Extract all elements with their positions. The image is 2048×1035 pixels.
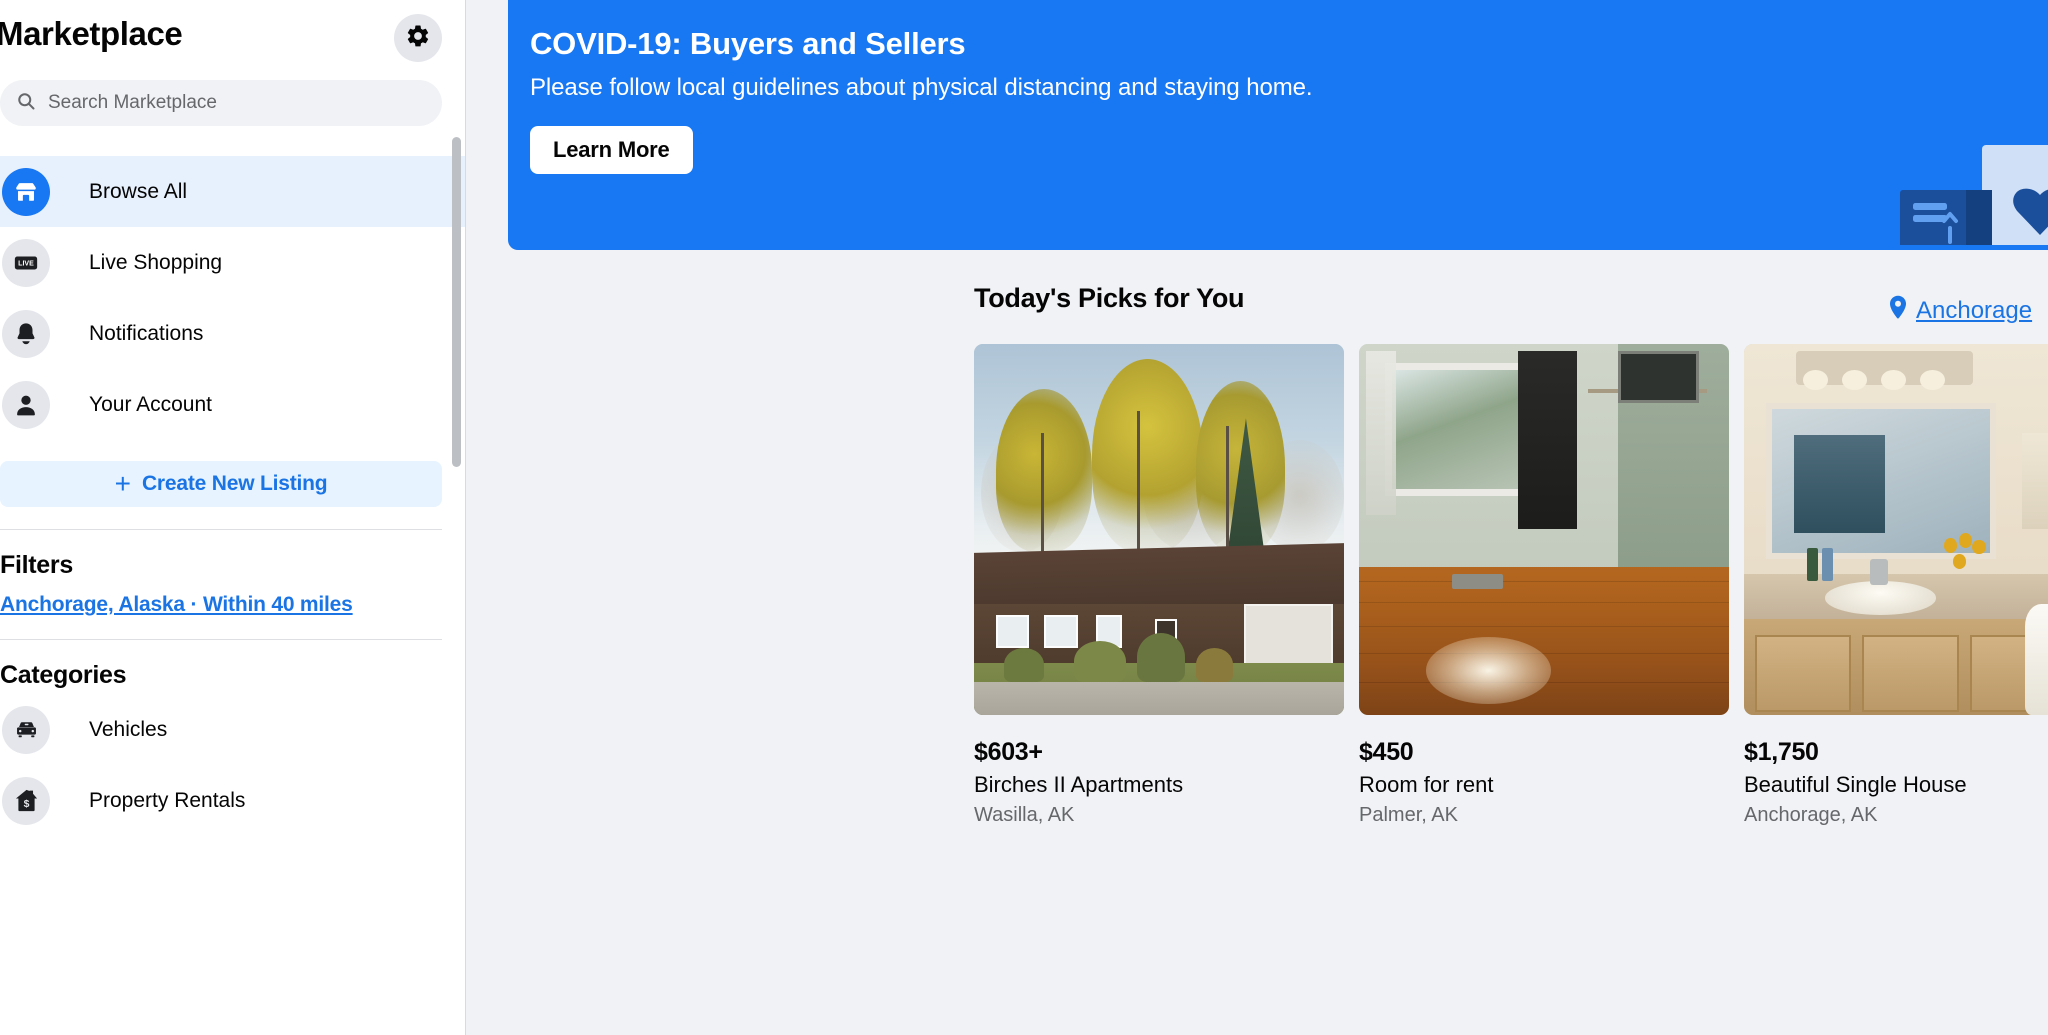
car-icon (2, 705, 50, 754)
create-new-listing-label: Create New Listing (141, 472, 328, 495)
sidebar-item-notifications[interactable]: Notifications (0, 298, 466, 369)
sidebar-item-label: Browse All (89, 179, 188, 203)
covid-banner: COVID-19: Buyers and Sellers Please foll… (508, 0, 2048, 250)
learn-more-button[interactable]: Learn More (530, 126, 693, 174)
categories-list: Vehicles $ Property Rentals (0, 694, 466, 836)
create-new-listing-button[interactable]: + Create New Listing (0, 461, 442, 507)
plus-icon: + (114, 468, 131, 499)
search-icon (16, 91, 36, 116)
todays-picks-header: Today's Picks for You (974, 283, 1974, 314)
bell-icon (2, 309, 50, 358)
sidebar: Marketplace Search Marketplace Browse Al… (0, 0, 466, 1035)
covid-banner-text: COVID-19: Buyers and Sellers Please foll… (508, 0, 2048, 174)
location-filter-link[interactable]: Anchorage, Alaska · Within 40 miles (0, 593, 466, 617)
category-item-property-rentals[interactable]: $ Property Rentals (0, 765, 466, 836)
divider-categories (0, 639, 442, 640)
picks-location-link[interactable]: Anchorage (1888, 295, 2048, 327)
gear-icon (405, 23, 431, 54)
listing-price: $603+ (974, 738, 1043, 766)
listing-title: Room for rent (1359, 772, 1494, 797)
live-badge-icon: LIVE (2, 238, 50, 287)
sidebar-scrollbar[interactable] (452, 137, 461, 467)
svg-text:$: $ (23, 799, 29, 810)
sidebar-item-your-account[interactable]: Your Account (0, 369, 466, 440)
listing-price: $1,750 (1744, 738, 1819, 766)
listing-location: Wasilla, AK (974, 804, 1075, 826)
picks-card-row: $603+ Birches II Apartments Wasilla, AK (974, 344, 2048, 827)
sidebar-nav: Browse All LIVE Live Shopping Notificati… (0, 156, 466, 440)
filters-heading: Filters (0, 551, 73, 579)
svg-text:LIVE: LIVE (18, 260, 34, 267)
page-title: Marketplace (0, 15, 183, 52)
search-input[interactable] (48, 92, 426, 114)
divider-filters (0, 529, 442, 530)
map-pin-icon (1888, 295, 1916, 327)
listing-location: Anchorage, AK (1744, 804, 1878, 826)
sidebar-header: Marketplace (0, 0, 466, 62)
main-content: COVID-19: Buyers and Sellers Please foll… (466, 0, 2048, 1035)
listing-title: Beautiful Single House (1744, 772, 1967, 797)
listing-photo-empty-room-with-wood-floor[interactable] (1359, 344, 1729, 715)
listing-title: Birches II Apartments (974, 772, 1184, 797)
house-dollar-icon: $ (2, 776, 50, 825)
picks-location-label: Anchorage (1916, 297, 2033, 324)
category-item-label: Vehicles (89, 717, 168, 741)
categories-heading: Categories (0, 661, 127, 689)
marketplace-page: Marketplace Search Marketplace Browse Al… (0, 0, 2048, 1035)
sidebar-item-label: Live Shopping (89, 250, 223, 274)
storefront-icon (2, 167, 50, 216)
sidebar-item-label: Your Account (89, 392, 212, 416)
todays-picks-title: Today's Picks for You (974, 283, 1245, 313)
listing-price: $450 (1359, 738, 1414, 766)
category-item-vehicles[interactable]: Vehicles (0, 694, 466, 765)
sidebar-item-live-shopping[interactable]: LIVE Live Shopping (0, 227, 466, 298)
listing-card[interactable]: $450 Room for rent Palmer, AK (1359, 344, 1729, 827)
listing-location: Palmer, AK (1359, 804, 1458, 826)
sidebar-item-label: Notifications (89, 321, 204, 345)
search-box[interactable] (0, 80, 442, 126)
listing-card[interactable]: $1,750 Beautiful Single House Anchorage,… (1744, 344, 2048, 827)
covid-banner-title: COVID-19: Buyers and Sellers (530, 26, 966, 61)
gear-icon-button[interactable] (394, 14, 442, 62)
covid-banner-subtitle: Please follow local guidelines about phy… (530, 74, 1313, 101)
category-item-label: Property Rentals (89, 788, 246, 812)
sidebar-item-browse-all[interactable]: Browse All (0, 156, 466, 227)
listing-photo-brown-house-with-autumn-trees[interactable] (974, 344, 1344, 715)
person-icon (2, 380, 50, 429)
listing-photo-bathroom-with-mirror-and-vanity[interactable] (1744, 344, 2048, 715)
listing-card[interactable]: $603+ Birches II Apartments Wasilla, AK (974, 344, 1344, 827)
